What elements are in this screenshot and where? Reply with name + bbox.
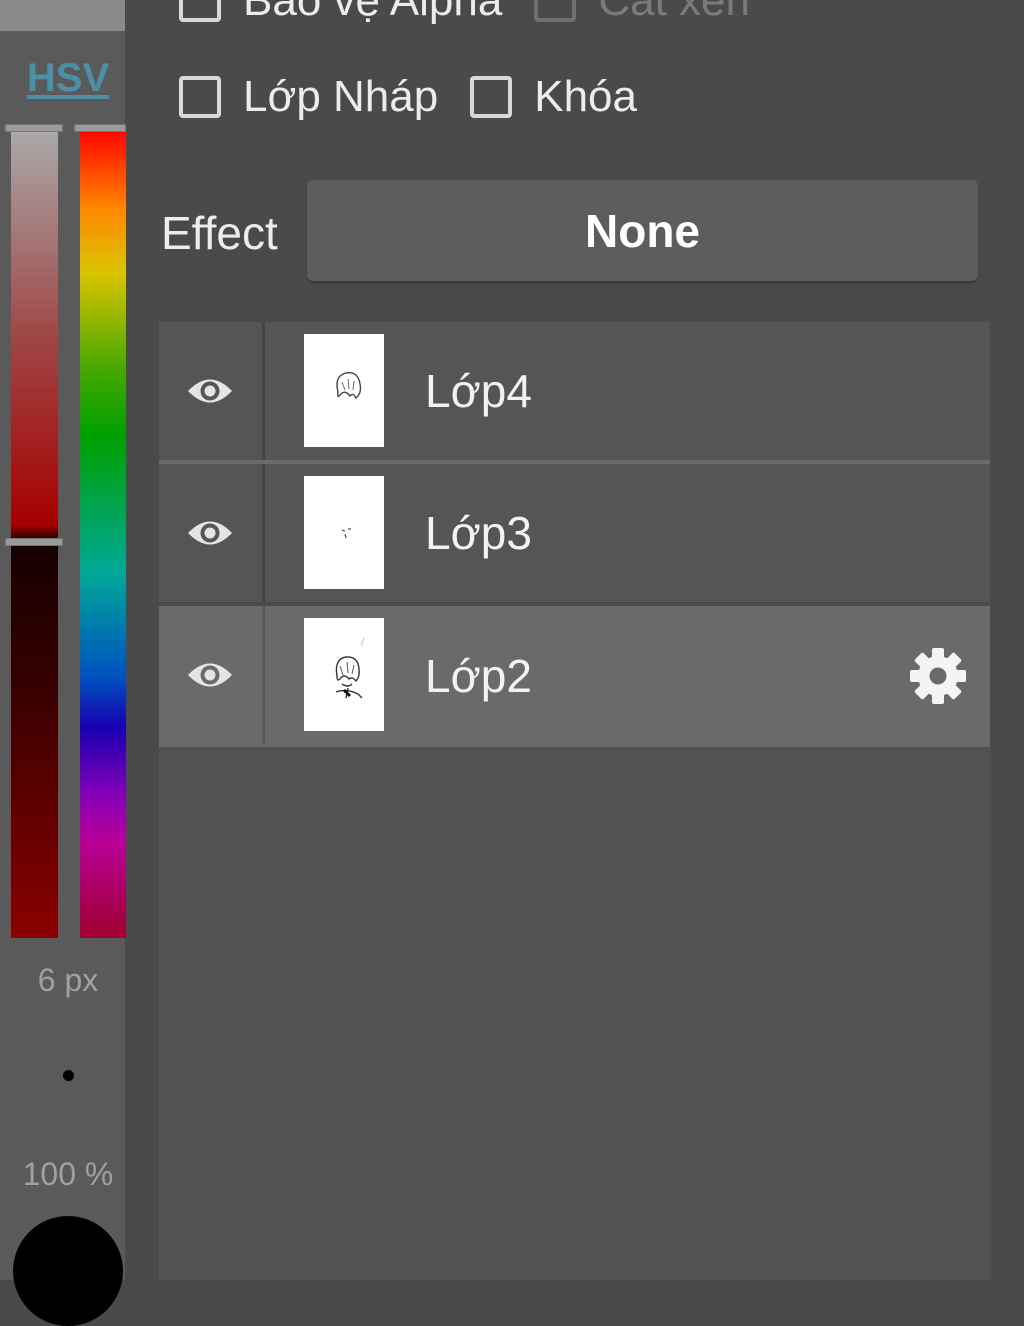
draft-layer-label[interactable]: Lớp Nháp xyxy=(243,72,438,122)
alpha-protect-label[interactable]: Bảo vệ Alpha xyxy=(243,0,502,26)
draft-layer-checkbox[interactable] xyxy=(179,76,221,118)
layer-options-row-2: Lớp Nháp Khóa xyxy=(179,72,669,122)
layer-row[interactable]: Lớp4 xyxy=(159,322,990,460)
lock-checkbox[interactable] xyxy=(470,76,513,118)
eye-icon xyxy=(188,663,232,687)
lock-label[interactable]: Khóa xyxy=(534,72,637,122)
eye-icon xyxy=(188,521,232,545)
column-divider xyxy=(262,464,265,602)
column-divider xyxy=(262,606,265,744)
layer-visibility-toggle[interactable] xyxy=(159,606,261,744)
value-slider-top-handle[interactable] xyxy=(5,124,63,132)
color-sidebar: HSV 6 px 100 % xyxy=(0,0,126,1326)
value-slider[interactable] xyxy=(11,128,58,938)
column-divider xyxy=(262,322,265,460)
layer-thumbnail xyxy=(304,334,384,447)
layer-name: Lớp3 xyxy=(425,507,532,559)
layers-list: Lớp4 Lớp3 Lớp2 xyxy=(159,322,990,1280)
layer-thumbnail xyxy=(304,476,384,589)
alpha-protect-checkbox[interactable] xyxy=(179,0,221,22)
gear-icon[interactable] xyxy=(908,646,968,706)
value-slider-handle[interactable] xyxy=(5,538,63,546)
opacity-label[interactable]: 100 % xyxy=(0,1156,136,1193)
layer-row[interactable]: Lớp3 xyxy=(159,464,990,602)
eye-icon xyxy=(188,379,232,403)
layer-visibility-toggle[interactable] xyxy=(159,464,261,602)
layer-options-row-1: Bảo vệ Alpha Cắt xén xyxy=(179,0,782,26)
layer-visibility-toggle[interactable] xyxy=(159,322,261,460)
effect-select-button[interactable]: None xyxy=(307,180,978,281)
layer-name: Lớp4 xyxy=(425,365,532,417)
color-preview-strip[interactable] xyxy=(0,0,125,31)
hue-slider-handle[interactable] xyxy=(74,124,126,132)
current-color-swatch[interactable] xyxy=(13,1216,123,1326)
hsv-tab[interactable]: HSV xyxy=(0,56,136,101)
hue-slider[interactable] xyxy=(80,128,126,938)
brush-preview-dot xyxy=(63,1070,74,1081)
clipping-checkbox[interactable] xyxy=(534,0,577,22)
clipping-label[interactable]: Cắt xén xyxy=(598,0,750,26)
layer-row-selected[interactable]: Lớp2 xyxy=(159,606,990,747)
layer-thumbnail xyxy=(304,618,384,731)
brush-size-label[interactable]: 6 px xyxy=(0,962,136,999)
layer-name: Lớp2 xyxy=(425,650,532,702)
effect-label: Effect xyxy=(161,207,278,259)
